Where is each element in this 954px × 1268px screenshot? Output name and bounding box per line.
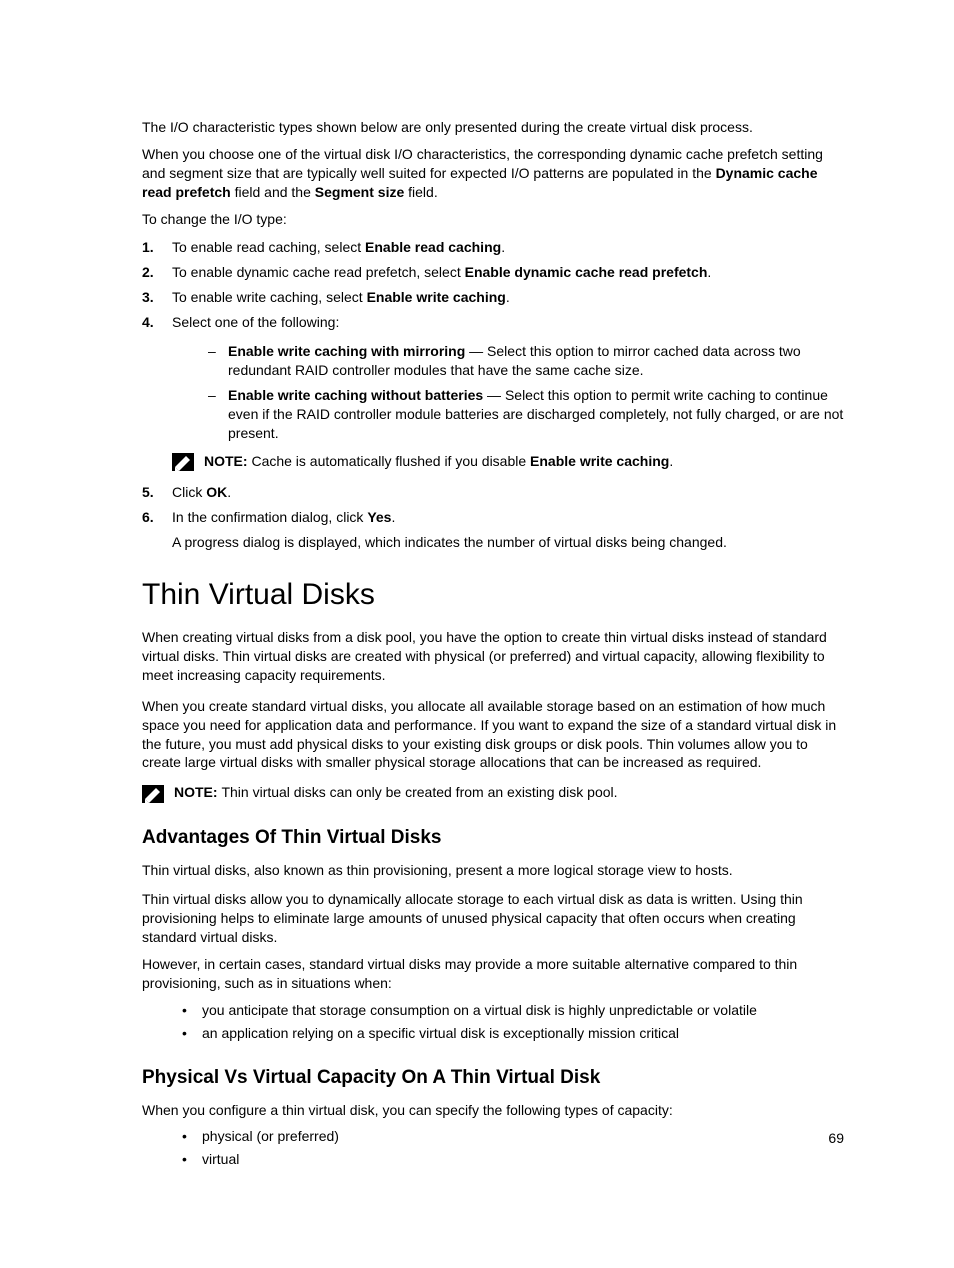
note-label: NOTE:	[204, 453, 251, 469]
bullet-marker: •	[182, 1024, 202, 1043]
list-number: 2.	[142, 263, 172, 282]
note-block: NOTE: Thin virtual disks can only be cre…	[142, 784, 844, 803]
text: physical (or preferred)	[202, 1127, 339, 1146]
text: To enable dynamic cache read prefetch, s…	[172, 264, 465, 280]
bold-text: Enable write caching	[367, 289, 506, 305]
text: To enable write caching, select	[172, 289, 367, 305]
bullet-list: • you anticipate that storage consumptio…	[182, 1001, 844, 1043]
paragraph: Thin virtual disks allow you to dynamica…	[142, 890, 844, 947]
note-icon	[172, 453, 194, 471]
paragraph: The I/O characteristic types shown below…	[142, 118, 844, 137]
paragraph: To change the I/O type:	[142, 210, 844, 229]
heading-advantages: Advantages Of Thin Virtual Disks	[142, 827, 844, 849]
list-number: 1.	[142, 238, 172, 257]
page-number: 69	[828, 1130, 844, 1146]
paragraph: When you choose one of the virtual disk …	[142, 145, 844, 202]
sub-body: Enable write caching with mirroring — Se…	[228, 342, 844, 380]
bullet-item: • you anticipate that storage consumptio…	[182, 1001, 844, 1020]
text: Cache is automatically flushed if you di…	[251, 453, 530, 469]
text: virtual	[202, 1150, 239, 1169]
text: .	[227, 484, 231, 500]
bold-text: OK	[206, 484, 227, 500]
paragraph: However, in certain cases, standard virt…	[142, 955, 844, 993]
paragraph: When you configure a thin virtual disk, …	[142, 1101, 844, 1120]
text: Click	[172, 484, 206, 500]
bullet-marker: •	[182, 1150, 202, 1169]
bold-text: Yes	[367, 509, 391, 525]
ordered-list: 1. To enable read caching, select Enable…	[142, 238, 844, 552]
text: .	[707, 264, 711, 280]
bold-text: Enable write caching	[530, 453, 669, 469]
note-icon	[142, 785, 164, 803]
bold-text: Enable dynamic cache read prefetch	[465, 264, 708, 280]
note-text: NOTE: Thin virtual disks can only be cre…	[174, 784, 618, 800]
list-body: Click OK.	[172, 483, 844, 502]
text: A progress dialog is displayed, which in…	[172, 533, 844, 552]
sub-list-item: – Enable write caching without batteries…	[208, 386, 844, 443]
note-text: NOTE: Cache is automatically flushed if …	[204, 452, 673, 471]
list-item: 5. Click OK.	[142, 483, 844, 502]
text: field.	[404, 184, 437, 200]
list-number: 6.	[142, 508, 172, 552]
bullet-item: • an application relying on a specific v…	[182, 1024, 844, 1043]
text: .	[669, 453, 673, 469]
list-item: 1. To enable read caching, select Enable…	[142, 238, 844, 257]
list-item: 4. Select one of the following: – Enable…	[142, 313, 844, 477]
list-item: 3. To enable write caching, select Enabl…	[142, 288, 844, 307]
sub-list-item: – Enable write caching with mirroring — …	[208, 342, 844, 380]
list-item: 6. In the confirmation dialog, click Yes…	[142, 508, 844, 552]
note-label: NOTE:	[174, 784, 221, 800]
text: To enable read caching, select	[172, 239, 365, 255]
sub-list: – Enable write caching with mirroring — …	[208, 342, 844, 442]
dash-marker: –	[208, 386, 228, 443]
list-number: 3.	[142, 288, 172, 307]
text: In the confirmation dialog, click	[172, 509, 367, 525]
bullet-list: • physical (or preferred) • virtual	[182, 1127, 844, 1169]
text: .	[506, 289, 510, 305]
paragraph: When you create standard virtual disks, …	[142, 697, 844, 773]
text: .	[501, 239, 505, 255]
bold-text: Enable write caching without batteries	[228, 387, 483, 403]
dash-marker: –	[208, 342, 228, 380]
paragraph: When creating virtual disks from a disk …	[142, 628, 844, 685]
text: you anticipate that storage consumption …	[202, 1001, 757, 1020]
heading-physical-vs-virtual: Physical Vs Virtual Capacity On A Thin V…	[142, 1067, 844, 1089]
list-item: 2. To enable dynamic cache read prefetch…	[142, 263, 844, 282]
heading-thin-virtual-disks: Thin Virtual Disks	[142, 578, 844, 612]
document-page: The I/O characteristic types shown below…	[0, 0, 954, 1268]
list-body: Select one of the following: – Enable wr…	[172, 313, 844, 477]
bullet-item: • physical (or preferred)	[182, 1127, 844, 1146]
bold-text: Enable write caching with mirroring	[228, 343, 465, 359]
text: field and the	[231, 184, 315, 200]
text: Select one of the following:	[172, 313, 844, 332]
text: Thin virtual disks can only be created f…	[221, 784, 617, 800]
list-body: To enable write caching, select Enable w…	[172, 288, 844, 307]
bullet-item: • virtual	[182, 1150, 844, 1169]
note-block: NOTE: Cache is automatically flushed if …	[172, 452, 844, 471]
paragraph: Thin virtual disks, also known as thin p…	[142, 861, 844, 880]
list-number: 5.	[142, 483, 172, 502]
list-body: In the confirmation dialog, click Yes. A…	[172, 508, 844, 552]
list-body: To enable dynamic cache read prefetch, s…	[172, 263, 844, 282]
bullet-marker: •	[182, 1001, 202, 1020]
bold-text: Segment size	[315, 184, 404, 200]
list-body: To enable read caching, select Enable re…	[172, 238, 844, 257]
text: .	[391, 509, 395, 525]
sub-body: Enable write caching without batteries —…	[228, 386, 844, 443]
bold-text: Enable read caching	[365, 239, 501, 255]
bullet-marker: •	[182, 1127, 202, 1146]
text: an application relying on a specific vir…	[202, 1024, 679, 1043]
list-number: 4.	[142, 313, 172, 477]
